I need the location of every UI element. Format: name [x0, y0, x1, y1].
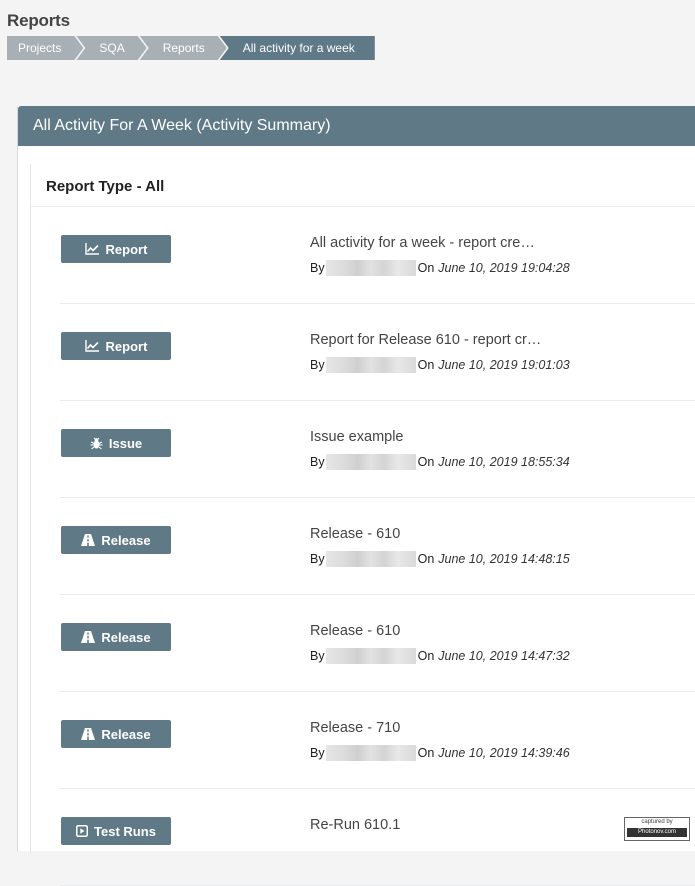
breadcrumb-reports[interactable]: Reports — [140, 36, 227, 60]
activity-title-link[interactable]: Release - 610 — [310, 623, 400, 639]
page-header: Reports Projects SQA Reports All activit… — [0, 0, 695, 75]
report-tag-button[interactable]: Report — [61, 332, 171, 360]
activity-row: Release Release - 610 By On June 10, 2019 14… — [31, 498, 695, 595]
report-type-label: Report Type - All — [46, 178, 165, 195]
by-label: By — [310, 649, 325, 663]
by-label: By — [310, 358, 325, 372]
activity-date: June 10, 2019 19:04:28 — [438, 261, 570, 275]
road-icon — [81, 631, 96, 643]
on-label: On — [417, 261, 435, 275]
activity-date: June 10, 2019 14:39:46 — [438, 746, 570, 760]
by-label: By — [310, 552, 325, 566]
redacted-author — [325, 357, 416, 373]
breadcrumb: Projects SQA Reports All activity for a … — [7, 36, 375, 60]
on-label: On — [417, 552, 435, 566]
page-title: Reports — [7, 11, 70, 30]
road-icon — [81, 534, 96, 546]
issue-tag-button[interactable]: Issue — [61, 429, 171, 457]
activity-title-link[interactable]: All activity for a week - report cre… — [310, 235, 535, 251]
activity-title-link[interactable]: Re-Run 610.1 — [310, 817, 400, 833]
activity-row: Report Report for Release 610 - report cr… — [31, 304, 695, 401]
activity-row: Report All activity for a week - report c… — [31, 207, 695, 304]
by-label: By — [310, 261, 325, 275]
activity-date: June 10, 2019 14:48:15 — [438, 552, 570, 566]
by-label: By — [310, 455, 325, 469]
breadcrumb-projects[interactable]: Projects — [7, 36, 83, 60]
release-tag-button[interactable]: Release — [61, 526, 171, 554]
redacted-author — [325, 745, 416, 761]
road-icon — [81, 728, 96, 740]
tag-label: Release — [101, 532, 151, 548]
on-label: On — [417, 649, 435, 663]
activity-title-link[interactable]: Release - 710 — [310, 720, 400, 736]
activity-title-link[interactable]: Issue example — [310, 429, 404, 445]
play-icon — [76, 825, 89, 837]
watermark-line2: Photonov.com — [627, 828, 687, 837]
tag-label: Release — [101, 629, 151, 645]
watermark-line1: captured by — [641, 819, 673, 825]
activity-meta: By On June 10, 2019 19:04:28 — [310, 260, 570, 276]
activity-meta: By On June 10, 2019 14:39:46 — [310, 745, 570, 761]
redacted-author — [325, 260, 416, 276]
activity-meta: By On June 10, 2019 18:55:34 — [310, 454, 570, 470]
activity-row: Release Release - 710 By On June 10, 2019 14… — [31, 692, 695, 789]
activity-date: June 10, 2019 18:55:34 — [438, 455, 570, 469]
activity-date: June 10, 2019 14:47:32 — [438, 649, 570, 663]
activity-date: June 10, 2019 19:01:03 — [438, 358, 570, 372]
activity-title-link[interactable]: Release - 610 — [310, 526, 400, 542]
watermark: captured by Photonov.com — [624, 817, 690, 841]
release-tag-button[interactable]: Release — [61, 623, 171, 651]
activity-panel: All Activity For A Week (Activity Summar… — [17, 106, 695, 886]
tag-label: Report — [105, 241, 148, 257]
activity-list-container: Report Type - All Report All activity for… — [30, 164, 695, 886]
activity-title-link[interactable]: Report for Release 610 - report cr… — [310, 332, 541, 348]
chart-icon — [84, 340, 100, 352]
on-label: On — [417, 358, 435, 372]
report-tag-button[interactable]: Report — [61, 235, 171, 263]
activity-row: Issue Issue example By On June 10, 2019 18:5… — [31, 401, 695, 498]
redacted-author — [325, 648, 416, 664]
on-label: On — [417, 455, 435, 469]
by-label: By — [310, 746, 325, 760]
activity-row: Release Release - 610 By On June 10, 2019 14… — [31, 595, 695, 692]
activity-list: Report All activity for a week - report c… — [31, 207, 695, 886]
chart-icon — [84, 243, 100, 255]
redacted-author — [325, 454, 416, 470]
activity-meta: By On June 10, 2019 14:48:15 — [310, 551, 570, 567]
bug-icon — [90, 437, 103, 450]
breadcrumb-current: All activity for a week — [219, 36, 375, 60]
activity-meta: By On June 10, 2019 14:47:32 — [310, 648, 570, 664]
tag-label: Report — [105, 338, 148, 354]
panel-title: All Activity For A Week (Activity Summar… — [18, 106, 695, 146]
tag-label: Release — [101, 726, 151, 742]
activity-row: Test Runs Re-Run 610.1 — [31, 789, 695, 886]
tag-label: Test Runs — [94, 823, 156, 839]
on-label: On — [417, 746, 435, 760]
breadcrumb-sqa[interactable]: SQA — [76, 36, 146, 60]
tag-label: Issue — [108, 435, 143, 451]
test-runs-tag-button[interactable]: Test Runs — [61, 817, 171, 845]
release-tag-button[interactable]: Release — [61, 720, 171, 748]
activity-meta: By On June 10, 2019 19:01:03 — [310, 357, 570, 373]
redacted-author — [325, 551, 416, 567]
